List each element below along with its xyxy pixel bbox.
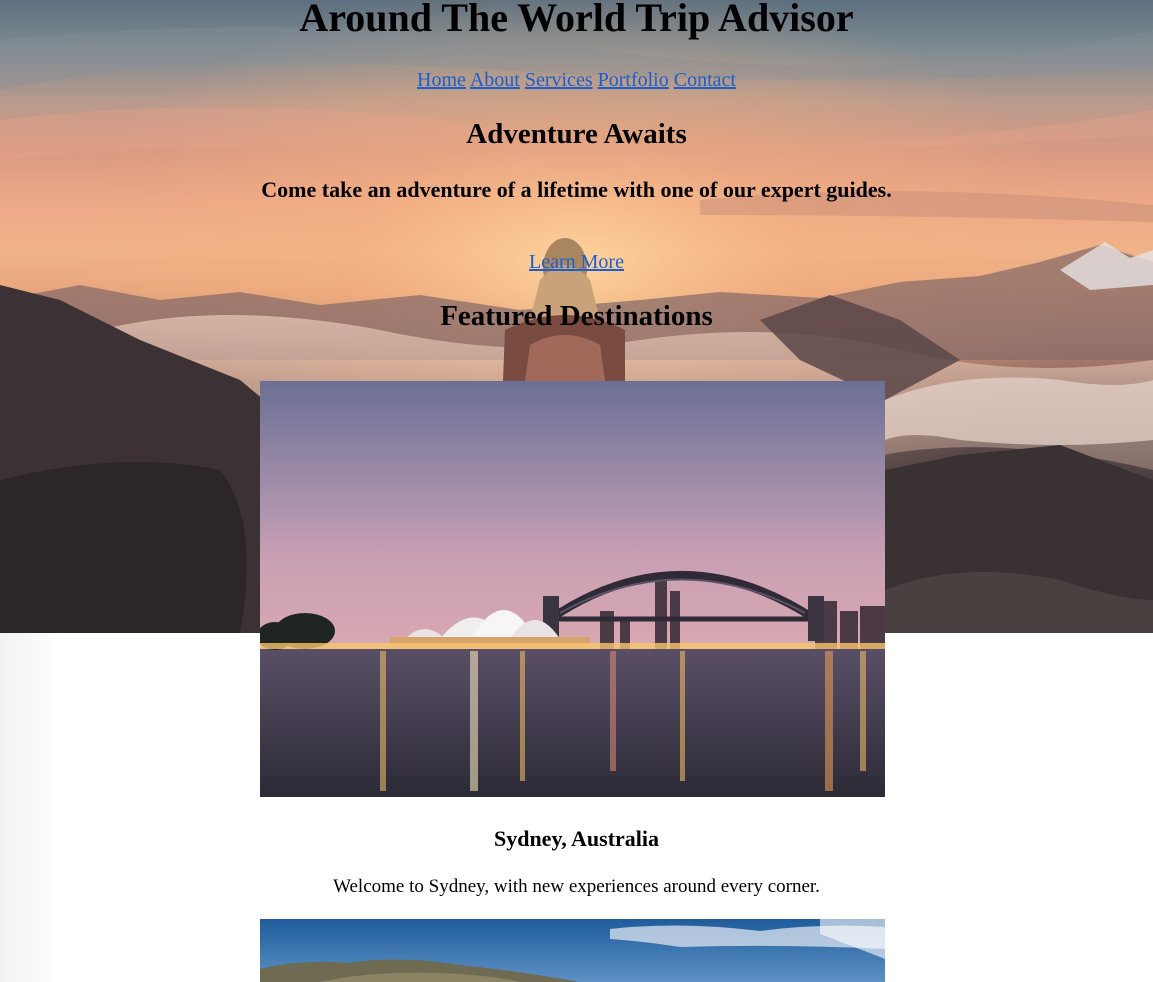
learn-more-link[interactable]: Learn More xyxy=(0,249,1153,275)
nav-link-home[interactable]: Home xyxy=(417,69,466,91)
second-destination-image xyxy=(260,919,885,982)
featured-destinations-heading: Featured Destinations xyxy=(440,300,713,332)
site-title: Around The World Trip Advisor xyxy=(299,0,854,40)
nav-link-portfolio[interactable]: Portfolio xyxy=(598,69,669,91)
nav-link-contact[interactable]: Contact xyxy=(674,69,736,91)
page: Around The World Trip Advisor Home About… xyxy=(0,0,1153,982)
nav-link-about[interactable]: About xyxy=(470,69,520,91)
left-edge-shadow xyxy=(0,633,60,982)
main-nav: Home About Services Portfolio Contact xyxy=(0,67,1153,93)
hero-heading: Adventure Awaits xyxy=(466,118,687,150)
nav-link-services[interactable]: Services xyxy=(525,69,593,91)
hero-subtitle: Come take an adventure of a lifetime wit… xyxy=(261,177,892,202)
destination-title: Sydney, Australia xyxy=(493,826,660,851)
sydney-destination-image xyxy=(260,381,885,797)
destination-description: Welcome to Sydney, with new experiences … xyxy=(333,876,820,897)
